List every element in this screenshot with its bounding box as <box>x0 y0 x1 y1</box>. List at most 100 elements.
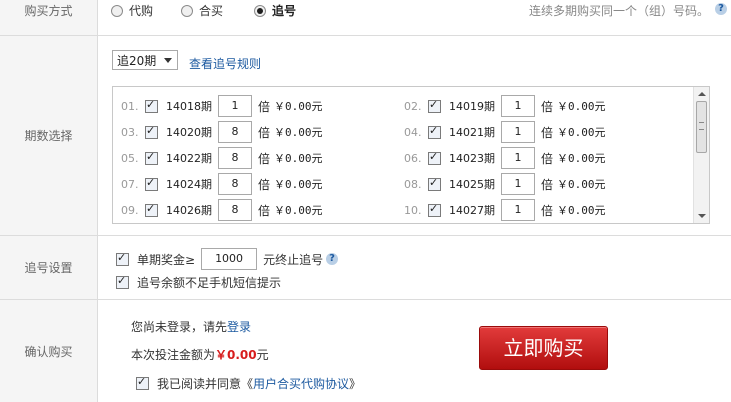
login-prompt-text: 您尚未登录，请先 <box>131 320 228 334</box>
period-name: 14024期 <box>166 178 212 191</box>
period-index: 01. <box>121 99 139 113</box>
agreement-line: 我已阅读并同意《用户合买代购协议》 <box>136 375 361 392</box>
total-amount: ￥0.00 <box>215 348 257 362</box>
period-item: 02. 14019期 1倍￥0.00元 <box>404 95 606 117</box>
scrollbar[interactable] <box>693 87 709 223</box>
period-checkbox[interactable] <box>145 124 158 139</box>
radio-hemai-label: 合买 <box>199 4 224 18</box>
period-amount: ￥0.00元 <box>557 152 606 165</box>
period-item: 10. 14027期 1倍￥0.00元 <box>404 199 606 221</box>
multiplier-unit: 倍 <box>541 177 554 192</box>
multiplier-input[interactable]: 1 <box>501 173 535 195</box>
sms-checkbox[interactable] <box>116 274 129 289</box>
period-index: 07. <box>121 177 139 191</box>
period-amount: ￥0.00元 <box>557 204 606 217</box>
purchase-method-label: 购买方式 <box>0 0 98 35</box>
stop-condition-checkbox[interactable] <box>116 251 129 266</box>
period-selection-label: 期数选择 <box>0 36 98 235</box>
period-index: 02. <box>404 99 422 113</box>
stop-amount-input[interactable]: 1000 <box>201 248 258 270</box>
radio-hemai[interactable]: 合买 <box>181 2 223 19</box>
period-checkbox[interactable] <box>428 124 441 139</box>
scroll-up-arrow-icon[interactable] <box>698 92 706 96</box>
period-list[interactable]: 01.14018期1倍￥0.00元02.14019期1倍￥0.00元03.140… <box>112 86 710 224</box>
multiplier-input[interactable]: 8 <box>218 199 252 221</box>
period-count-select[interactable]: 追20期 <box>112 50 178 70</box>
period-index: 03. <box>121 125 139 139</box>
agreement-checkbox[interactable] <box>136 375 149 390</box>
agreement-link[interactable]: 用户合买代购协议 <box>253 375 349 392</box>
period-amount: ￥0.00元 <box>274 126 323 139</box>
period-item: 05. 14022期 8倍￥0.00元 <box>121 147 323 169</box>
period-item: 03. 14020期 8倍￥0.00元 <box>121 121 323 143</box>
scroll-down-arrow-icon[interactable] <box>698 214 706 218</box>
multiplier-unit: 倍 <box>541 125 554 140</box>
period-checkbox[interactable] <box>145 202 158 217</box>
period-item: 09. 14026期 8倍￥0.00元 <box>121 199 323 221</box>
period-item: 04. 14021期 1倍￥0.00元 <box>404 121 606 143</box>
period-index: 04. <box>404 125 422 139</box>
period-name: 14020期 <box>166 126 212 139</box>
multiplier-input[interactable]: 8 <box>218 147 252 169</box>
help-icon[interactable]: ? <box>326 253 339 265</box>
multiplier-input[interactable]: 1 <box>501 95 535 117</box>
period-index: 09. <box>121 203 139 217</box>
period-name: 14027期 <box>449 204 495 217</box>
multiplier-input[interactable]: 1 <box>501 199 535 221</box>
period-checkbox[interactable] <box>145 150 158 165</box>
agreement-suffix: 》 <box>349 377 362 391</box>
radio-daigou[interactable]: 代购 <box>111 2 153 19</box>
total-prefix: 本次投注金额为 <box>131 348 216 362</box>
period-item: 07. 14024期 8倍￥0.00元 <box>121 173 323 195</box>
chase-rules-link[interactable]: 查看追号规则 <box>189 55 261 72</box>
purchase-method-options: 代购 合买 追号 连续多期购买同一个（组）号码。 ? <box>99 0 731 35</box>
multiplier-unit: 倍 <box>541 151 554 166</box>
radio-hemai-circle[interactable] <box>181 4 193 17</box>
period-checkbox[interactable] <box>428 176 441 191</box>
period-name: 14019期 <box>449 100 495 113</box>
chase-settings-content: 单期奖金≥ 1000 元终止追号 ? 追号余额不足手机短信提示 <box>99 236 731 299</box>
multiplier-input[interactable]: 1 <box>501 147 535 169</box>
login-link[interactable]: 登录 <box>227 320 251 334</box>
period-index: 05. <box>121 151 139 165</box>
period-checkbox[interactable] <box>428 150 441 165</box>
multiplier-input[interactable]: 8 <box>218 173 252 195</box>
period-amount: ￥0.00元 <box>557 178 606 191</box>
radio-zhuihao[interactable]: 追号 <box>254 2 296 19</box>
period-item: 08. 14025期 1倍￥0.00元 <box>404 173 606 195</box>
period-name: 14026期 <box>166 204 212 217</box>
radio-daigou-circle[interactable] <box>111 4 123 17</box>
period-checkbox[interactable] <box>145 176 158 191</box>
total-suffix: 元 <box>256 348 269 362</box>
period-name: 14025期 <box>449 178 495 191</box>
period-amount: ￥0.00元 <box>274 152 323 165</box>
multiplier-input[interactable]: 8 <box>218 121 252 143</box>
multiplier-unit: 倍 <box>258 177 271 192</box>
period-amount: ￥0.00元 <box>274 100 323 113</box>
period-name: 14023期 <box>449 152 495 165</box>
multiplier-input[interactable]: 1 <box>501 121 535 143</box>
sms-option: 追号余额不足手机短信提示 <box>116 274 281 291</box>
chase-settings-label: 追号设置 <box>0 236 98 299</box>
multiplier-input[interactable]: 1 <box>218 95 252 117</box>
period-index: 08. <box>404 177 422 191</box>
period-selection-row: 期数选择 追20期 查看追号规则 01.14018期1倍￥0.00元02.140… <box>0 36 731 236</box>
stop-condition-option: 单期奖金≥ 1000 元终止追号 ? <box>116 248 339 270</box>
buy-now-button[interactable]: 立即购买 <box>479 326 608 370</box>
multiplier-unit: 倍 <box>258 151 271 166</box>
multiplier-unit: 倍 <box>258 99 271 114</box>
period-checkbox[interactable] <box>428 202 441 217</box>
period-index: 06. <box>404 151 422 165</box>
period-item: 06. 14023期 1倍￥0.00元 <box>404 147 606 169</box>
agreement-prefix: 我已阅读并同意《 <box>157 377 254 391</box>
total-amount-line: 本次投注金额为￥0.00元 <box>131 346 269 363</box>
period-checkbox[interactable] <box>428 98 441 113</box>
help-icon[interactable]: ? <box>715 3 727 15</box>
period-checkbox[interactable] <box>145 98 158 113</box>
period-count-value: 追20期 <box>117 53 157 68</box>
scrollbar-thumb[interactable] <box>696 101 707 153</box>
radio-zhuihao-circle[interactable] <box>254 4 266 17</box>
multiplier-unit: 倍 <box>258 125 271 140</box>
radio-daigou-label: 代购 <box>129 4 154 18</box>
login-prompt: 您尚未登录，请先登录 <box>131 318 251 335</box>
